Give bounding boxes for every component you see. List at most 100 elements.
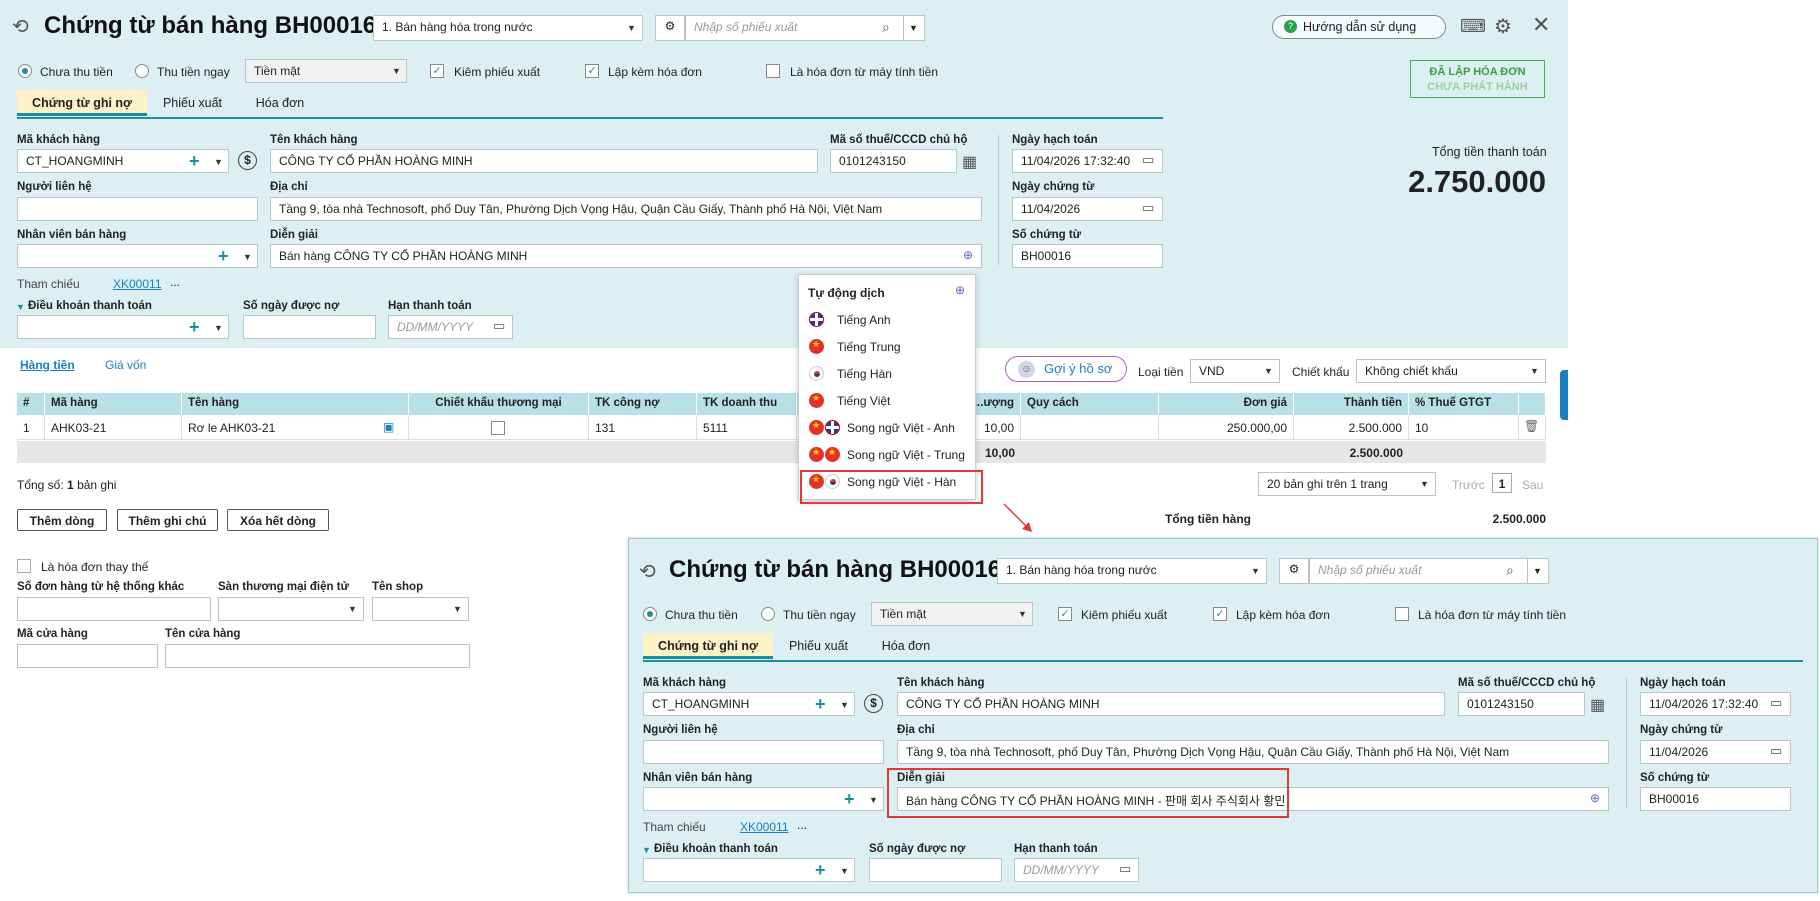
add-note-button[interactable]: Thêm ghi chú (117, 509, 218, 531)
keyboard-icon[interactable]: ⌨ (1460, 16, 1486, 37)
close-icon[interactable]: ✕ (1532, 12, 1550, 38)
menu-item-bilingual-vi-en[interactable]: Song ngữ Việt - Anh (805, 417, 971, 439)
add-icon[interactable]: + (844, 790, 855, 808)
menu-item-english[interactable]: Tiếng Anh (805, 309, 971, 331)
calendar-icon[interactable]: ▭ (1142, 200, 1154, 216)
tax-code-input[interactable]: 0101243150 (830, 149, 957, 173)
chevron-down-icon[interactable]: ▼ (1527, 558, 1549, 584)
tab-invoice[interactable]: Hóa đơn (866, 633, 946, 659)
reference-link[interactable]: XK00011 (740, 820, 789, 834)
store-code-input[interactable] (17, 644, 158, 668)
calendar-icon[interactable]: ▭ (1770, 695, 1782, 711)
item-image-icon[interactable]: ▣ (383, 420, 394, 434)
store-name-input[interactable] (165, 644, 470, 668)
add-icon[interactable]: + (218, 247, 229, 265)
chevron-down-icon[interactable]: ▼ (214, 157, 223, 167)
cell-amount[interactable]: 2.500.000 (1294, 416, 1409, 440)
cell-item-code[interactable]: AHK03-21 (45, 416, 182, 440)
subtab-cost[interactable]: Giá vốn (105, 358, 146, 372)
cell-revenue-account[interactable]: 5111 (697, 416, 797, 440)
accounting-date-input[interactable]: 11/04/2026 17:32:40 (1640, 692, 1791, 716)
help-button[interactable]: Hướng dẫn sử dụng (1272, 15, 1446, 39)
add-row-button[interactable]: Thêm dòng (17, 509, 107, 531)
radio-unpaid[interactable] (643, 607, 657, 621)
translate-icon[interactable]: ⊕ (963, 248, 973, 262)
chevron-down-icon[interactable]: ▼ (214, 323, 223, 333)
menu-item-vietnamese[interactable]: Tiếng Việt (805, 390, 971, 412)
prev-page-button[interactable]: Trước (1452, 478, 1485, 492)
check-invoice[interactable]: ✓ (585, 64, 599, 78)
slip-search-input[interactable]: Nhập số phiếu xuất (1309, 558, 1531, 584)
document-number-input[interactable]: BH00016 (1012, 244, 1163, 268)
translate-icon[interactable]: ⊕ (1590, 791, 1600, 805)
menu-item-korean[interactable]: Tiếng Hàn (805, 363, 971, 385)
cell-vat[interactable]: 10 (1409, 416, 1519, 440)
check-export[interactable]: ✓ (430, 64, 444, 78)
accounting-date-input[interactable]: 11/04/2026 17:32:40 (1012, 149, 1163, 173)
radio-paid[interactable] (135, 64, 149, 78)
other-order-input[interactable] (17, 597, 211, 621)
tab-export-slip[interactable]: Phiếu xuất (776, 633, 861, 659)
tax-lookup-icon[interactable]: ▦ (1590, 695, 1605, 715)
cell-item-name[interactable]: Rơ le AHK03-21 (182, 416, 409, 440)
discount-select[interactable]: Không chiết khấu (1356, 359, 1546, 383)
check-cash-register[interactable] (1395, 607, 1409, 621)
cell-debt-account[interactable]: 131 (589, 416, 697, 440)
check-invoice[interactable]: ✓ (1213, 607, 1227, 621)
trash-icon[interactable]: 🗑 (1519, 416, 1546, 440)
add-icon[interactable]: + (189, 318, 200, 336)
calendar-icon[interactable]: ▭ (1770, 743, 1782, 759)
chevron-down-icon[interactable]: ▼ (903, 15, 925, 41)
delete-all-rows-button[interactable]: Xóa hết dòng (227, 509, 329, 531)
reference-more-button[interactable]: ... (797, 818, 807, 832)
trade-discount-checkbox[interactable] (491, 421, 505, 435)
current-page[interactable]: 1 (1492, 473, 1512, 493)
cell-unit-price[interactable]: 250.000,00 (1159, 416, 1294, 440)
tab-export-slip[interactable]: Phiếu xuất (150, 90, 235, 116)
currency-icon[interactable]: $ (864, 694, 883, 713)
document-date-input[interactable]: 11/04/2026 (1012, 197, 1163, 221)
contact-input[interactable] (17, 197, 258, 221)
tax-code-input[interactable]: 0101243150 (1458, 692, 1585, 716)
marketplace-select[interactable] (218, 597, 364, 621)
customer-name-input[interactable]: CÔNG TY CỔ PHẦN HOÀNG MINH (270, 149, 818, 173)
check-export[interactable]: ✓ (1058, 607, 1072, 621)
next-page-button[interactable]: Sau (1522, 478, 1543, 492)
gear-icon[interactable]: ⚙ (655, 15, 685, 41)
menu-item-bilingual-vi-zh[interactable]: Song ngữ Việt - Trung (805, 444, 971, 466)
search-icon[interactable]: ⌕ (882, 19, 890, 36)
slip-search-input[interactable]: Nhập số phiếu xuất (685, 15, 907, 41)
reference-more-button[interactable]: ... (170, 275, 180, 289)
calendar-icon[interactable]: ▭ (1119, 861, 1131, 877)
tab-invoice[interactable]: Hóa đơn (240, 90, 320, 116)
address-input[interactable]: Tầng 9, tòa nhà Technosoft, phố Duy Tân,… (897, 740, 1609, 764)
tax-lookup-icon[interactable]: ▦ (962, 152, 977, 172)
history-icon[interactable]: ⟲ (639, 559, 656, 584)
credit-days-input[interactable] (869, 858, 1002, 882)
settings-icon[interactable]: ⚙ (1494, 14, 1512, 39)
credit-days-input[interactable] (243, 315, 376, 339)
calendar-icon[interactable]: ▭ (1142, 152, 1154, 168)
subtab-goods[interactable]: Hàng tiền (20, 358, 75, 372)
add-icon[interactable]: + (815, 861, 826, 879)
tab-debit-voucher[interactable]: Chứng từ ghi nợ (17, 90, 147, 116)
calendar-icon[interactable]: ▭ (493, 318, 505, 334)
page-size-select[interactable]: 20 bản ghi trên 1 trang (1258, 472, 1436, 496)
chevron-down-icon[interactable]: ▼ (243, 252, 252, 262)
radio-unpaid[interactable] (18, 64, 32, 78)
currency-icon[interactable]: $ (238, 151, 257, 170)
payment-method-select[interactable]: Tiền mặt (245, 59, 407, 83)
history-icon[interactable]: ⟲ (12, 14, 29, 39)
reference-link[interactable]: XK00011 (113, 277, 162, 291)
tab-debit-voucher[interactable]: Chứng từ ghi nợ (643, 633, 773, 659)
check-replacement-invoice[interactable] (17, 559, 31, 573)
sale-type-select[interactable]: 1. Bán hàng hóa trong nước (373, 15, 643, 41)
customer-name-input[interactable]: CÔNG TY CỔ PHẦN HOÀNG MINH (897, 692, 1445, 716)
payment-method-select[interactable]: Tiền mặt (871, 602, 1033, 626)
address-input[interactable]: Tầng 9, tòa nhà Technosoft, phố Duy Tân,… (270, 197, 982, 221)
description-input[interactable]: Bán hàng CÔNG TY CỔ PHẦN HOÀNG MINH (270, 244, 982, 268)
radio-paid[interactable] (761, 607, 775, 621)
search-icon[interactable]: ⌕ (1506, 562, 1514, 579)
chevron-down-icon[interactable]: ▼ (840, 866, 849, 876)
collapse-icon[interactable]: ▼ (16, 302, 25, 312)
